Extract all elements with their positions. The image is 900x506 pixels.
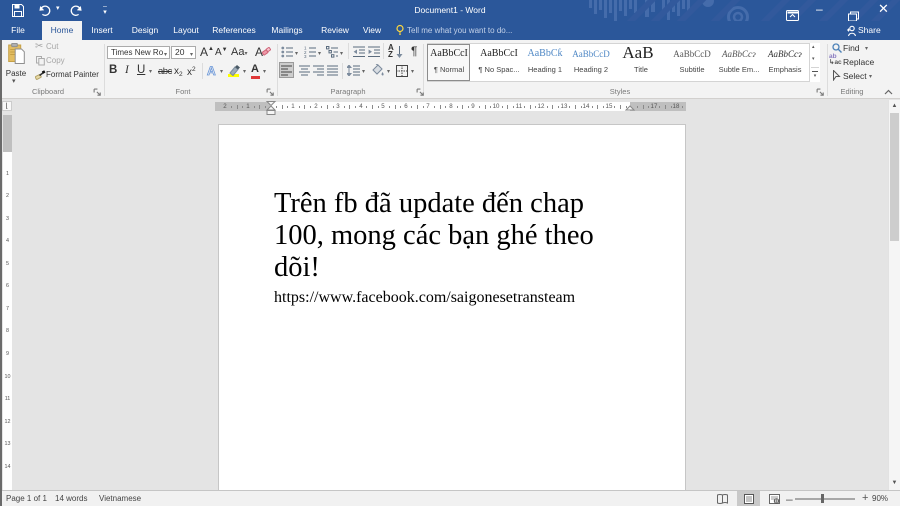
svg-text:3: 3 xyxy=(304,54,307,58)
